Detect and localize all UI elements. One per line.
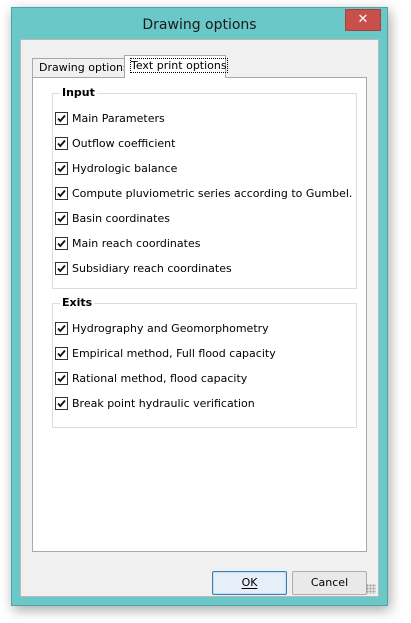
checkbox[interactable]	[55, 346, 68, 360]
tab-drawing-options[interactable]: Drawing options	[32, 58, 130, 77]
cancel-button-label: Cancel	[310, 576, 349, 589]
checkmark-icon	[57, 399, 66, 407]
cancel-button[interactable]: Cancel	[292, 571, 367, 595]
checkbox[interactable]	[55, 161, 68, 175]
group-legend-input: Input	[60, 86, 97, 99]
checkbox-label: Rational method, flood capacity	[72, 371, 248, 385]
checkbox[interactable]	[55, 211, 68, 225]
dialog-window: Drawing options ✕ Drawing options Text p…	[11, 7, 388, 606]
close-icon: ✕	[357, 12, 369, 27]
checkbox-row[interactable]: Compute pluviometric series according to…	[55, 185, 352, 201]
checkmark-icon	[57, 214, 66, 222]
checkmark-icon	[57, 114, 66, 122]
checkbox-row[interactable]: Subsidiary reach coordinates	[55, 260, 232, 276]
checkmark-icon	[57, 189, 66, 197]
checkbox-label: Empirical method, Full flood capacity	[72, 346, 276, 360]
checkbox-label: Break point hydraulic verification	[72, 396, 255, 410]
checkbox[interactable]	[55, 136, 68, 150]
checkbox-row[interactable]: Rational method, flood capacity	[55, 370, 247, 386]
tab-text-print-options[interactable]: Text print options	[124, 55, 228, 78]
checkbox[interactable]	[55, 371, 68, 385]
checkbox-label: Basin coordinates	[72, 211, 170, 225]
close-button[interactable]: ✕	[345, 9, 381, 31]
checkbox-label: Main reach coordinates	[72, 236, 201, 250]
checkbox-row[interactable]: Basin coordinates	[55, 210, 170, 226]
checkbox-label: Hydrologic balance	[72, 161, 178, 175]
checkbox-label: Outflow coefficient	[72, 136, 176, 150]
checkbox-label: Hydrography and Geomorphometry	[72, 321, 269, 335]
checkbox-row[interactable]: Main Parameters	[55, 110, 165, 126]
ok-button-label: OK	[241, 576, 258, 589]
checkmark-icon	[57, 239, 66, 247]
checkmark-icon	[57, 324, 66, 332]
checkmark-icon	[57, 139, 66, 147]
checkmark-icon	[57, 349, 66, 357]
tab-label: Text print options	[130, 58, 228, 73]
checkbox-label: Subsidiary reach coordinates	[72, 261, 232, 275]
tab-label: Drawing options	[39, 61, 129, 74]
ok-button[interactable]: OK	[212, 571, 287, 595]
title-bar[interactable]: Drawing options ✕	[12, 8, 387, 38]
tab-panel-text-print-options: Input Main Parameters Outflow coefficient…	[32, 77, 367, 552]
checkbox[interactable]	[55, 261, 68, 275]
checkbox-label: Compute pluviometric series according to…	[72, 186, 353, 200]
checkbox-row[interactable]: Outflow coefficient	[55, 135, 175, 151]
checkbox-row[interactable]: Hydrography and Geomorphometry	[55, 320, 269, 336]
checkbox-row[interactable]: Break point hydraulic verification	[55, 395, 255, 411]
checkbox[interactable]	[55, 321, 68, 335]
resize-grip[interactable]	[366, 584, 376, 594]
group-legend-exits: Exits	[60, 296, 95, 309]
checkbox[interactable]	[55, 111, 68, 125]
checkbox[interactable]	[55, 396, 68, 410]
checkbox-row[interactable]: Empirical method, Full flood capacity	[55, 345, 276, 361]
window-title: Drawing options	[142, 17, 257, 33]
checkbox[interactable]	[55, 186, 68, 200]
checkbox-row[interactable]: Hydrologic balance	[55, 160, 177, 176]
checkbox-row[interactable]: Main reach coordinates	[55, 235, 200, 251]
checkbox-label: Main Parameters	[72, 111, 165, 125]
dialog-client-area: Drawing options Text print options Input…	[20, 39, 379, 597]
checkmark-icon	[57, 264, 66, 272]
checkbox[interactable]	[55, 236, 68, 250]
checkmark-icon	[57, 374, 66, 382]
checkmark-icon	[57, 164, 66, 172]
